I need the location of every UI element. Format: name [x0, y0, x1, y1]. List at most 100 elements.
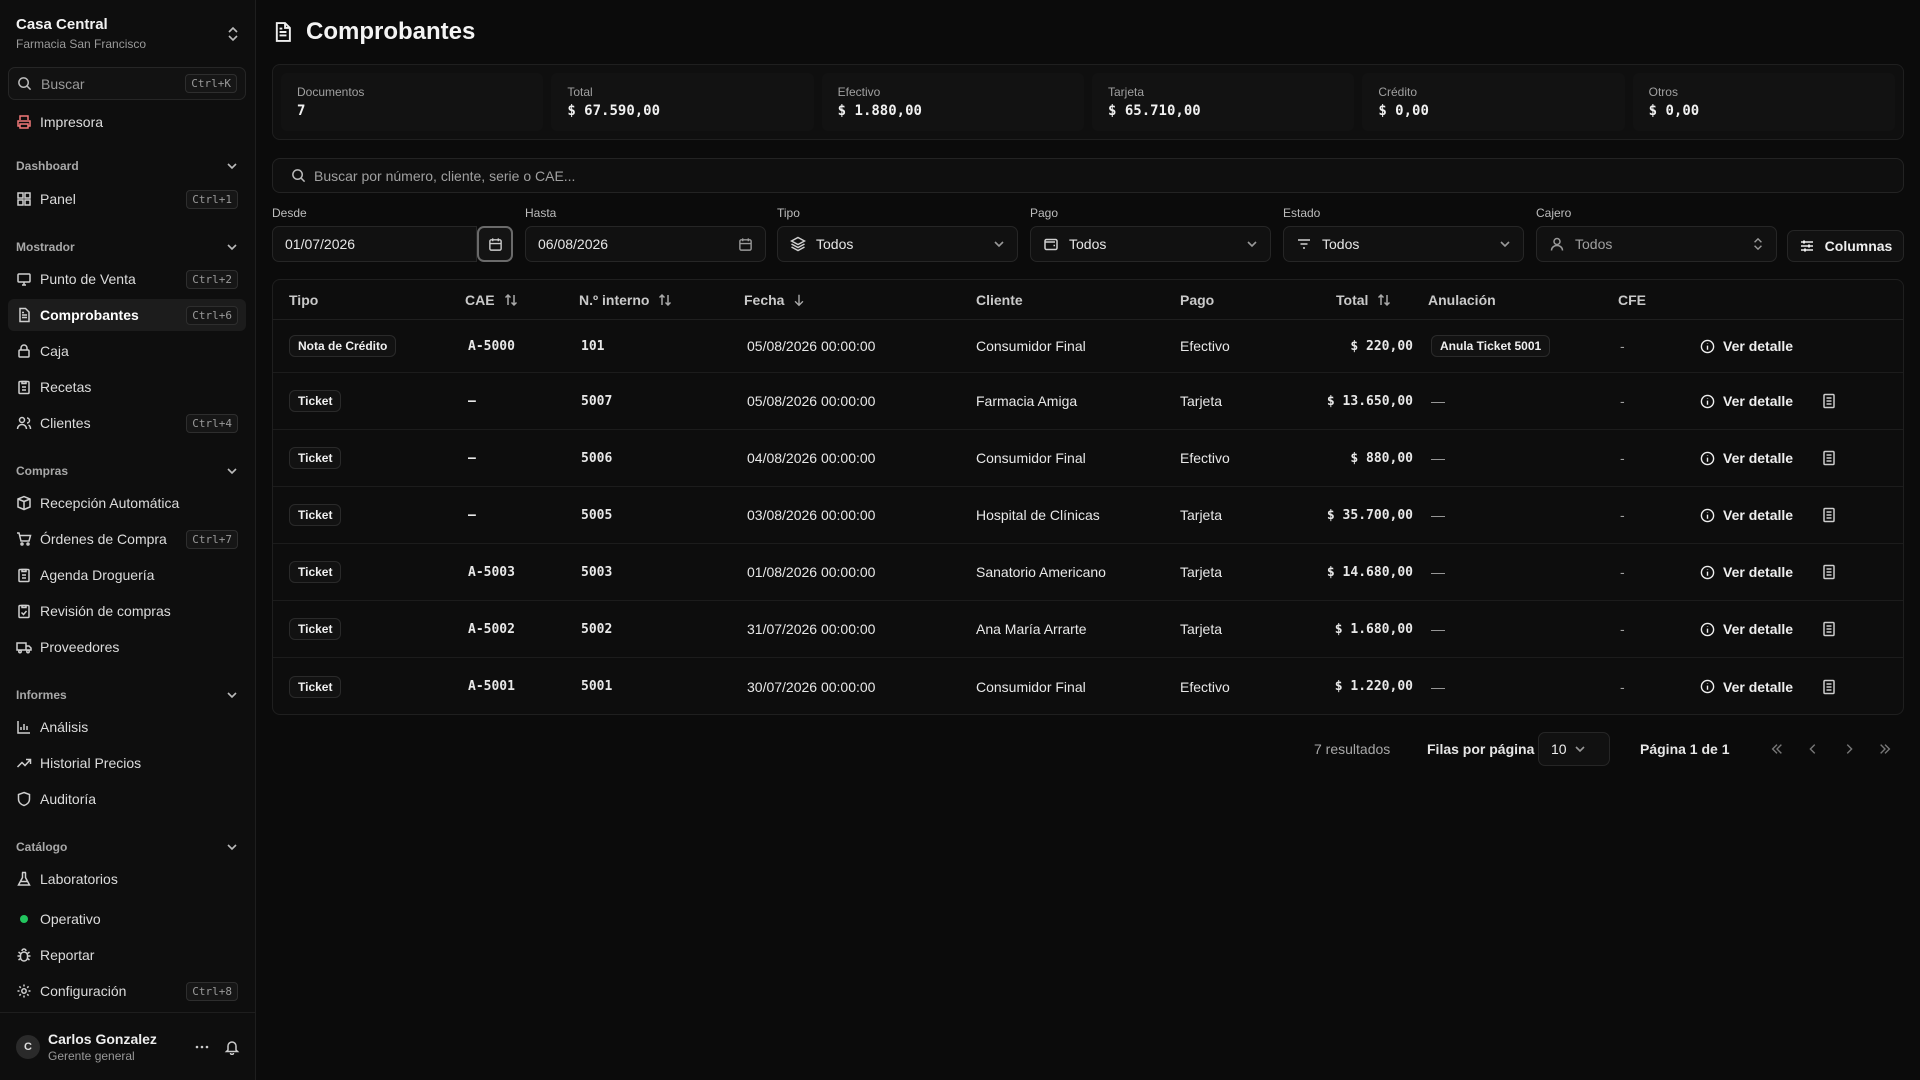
- cell-pago: Efectivo: [1180, 678, 1230, 695]
- receipt-icon[interactable]: [1821, 601, 1837, 657]
- comprobantes-table: Tipo CAE N.º interno Fecha Cliente Pago …: [272, 279, 1904, 715]
- columns-button[interactable]: Columnas: [1787, 230, 1904, 262]
- tipo-select[interactable]: Todos: [777, 226, 1018, 262]
- sidebar-item-agenda[interactable]: Agenda Droguería: [8, 559, 246, 591]
- col-interno[interactable]: N.º interno: [579, 280, 673, 320]
- ver-detalle-button[interactable]: Ver detalle: [1700, 601, 1793, 657]
- chevrons-up-down-icon: [1752, 237, 1764, 251]
- cell-fecha: 05/08/2026 00:00:00: [747, 338, 876, 354]
- org-switcher[interactable]: Casa Central Farmacia San Francisco: [16, 16, 246, 56]
- group-label: Mostrador: [16, 240, 75, 254]
- col-cfe: CFE: [1618, 292, 1646, 308]
- user-name: Carlos Gonzalez: [48, 1030, 157, 1047]
- sidebar-item-label: Órdenes de Compra: [40, 531, 167, 547]
- sidebar-item-historial[interactable]: Historial Precios: [8, 747, 246, 779]
- col-cliente: Cliente: [976, 292, 1023, 308]
- sidebar-item-laboratorios[interactable]: Laboratorios: [8, 863, 246, 895]
- prev-page-button[interactable]: [1798, 732, 1828, 766]
- col-fecha[interactable]: Fecha: [744, 280, 806, 320]
- chevron-down-icon: [1499, 238, 1511, 250]
- sidebar-item-recepcion[interactable]: Recepción Automática: [8, 487, 246, 519]
- date-from-input[interactable]: 01/07/2026: [272, 226, 477, 262]
- group-mostrador[interactable]: Mostrador: [16, 237, 238, 257]
- sidebar-item-printer[interactable]: Impresora: [8, 106, 246, 138]
- sidebar-item-auditoria[interactable]: Auditoría: [8, 783, 246, 815]
- receipt-icon[interactable]: [1821, 430, 1837, 486]
- cell-total: $ 35.700,00: [1326, 507, 1413, 523]
- ver-detalle-button[interactable]: Ver detalle: [1700, 320, 1793, 372]
- filter-icon: [1296, 236, 1312, 252]
- search-input[interactable]: Buscar por número, cliente, serie o CAE.…: [272, 158, 1904, 193]
- group-compras[interactable]: Compras: [16, 461, 238, 481]
- date-from-value: 01/07/2026: [285, 236, 356, 252]
- tipo-select-value: Todos: [816, 236, 854, 252]
- date-to-input[interactable]: 06/08/2026: [525, 226, 766, 262]
- sidebar-item-label: Configuración: [40, 983, 127, 999]
- page-indicator: Página 1 de 1: [1640, 741, 1730, 757]
- sidebar-item-revision[interactable]: Revisión de compras: [8, 595, 246, 627]
- calendar-button[interactable]: [477, 226, 513, 262]
- cell-pago: Tarjeta: [1180, 507, 1223, 523]
- ver-detalle-button[interactable]: Ver detalle: [1700, 544, 1793, 600]
- sidebar-item-comprobantes[interactable]: Comprobantes Ctrl+6: [8, 299, 246, 331]
- group-informes[interactable]: Informes: [16, 685, 238, 705]
- col-tipo: Tipo: [289, 292, 319, 308]
- ver-detalle-button[interactable]: Ver detalle: [1700, 430, 1793, 486]
- rows-per-page-select[interactable]: 10: [1538, 732, 1610, 766]
- ver-detalle-button[interactable]: Ver detalle: [1700, 487, 1793, 543]
- filter-label: Hasta: [525, 206, 557, 220]
- sidebar-item-recetas[interactable]: Recetas: [8, 371, 246, 403]
- sidebar-item-pos[interactable]: Punto de Venta Ctrl+2: [8, 263, 246, 295]
- clipboard-check-icon: [16, 603, 32, 619]
- group-dashboard[interactable]: Dashboard: [16, 156, 238, 176]
- calendar-icon[interactable]: [738, 237, 753, 252]
- sidebar-item-panel[interactable]: Panel Ctrl+1: [8, 183, 246, 215]
- pago-select[interactable]: Todos: [1030, 226, 1271, 262]
- group-catalogo[interactable]: Catálogo: [16, 837, 238, 857]
- file-text-icon: [16, 307, 32, 323]
- chevron-down-icon: [226, 689, 238, 701]
- group-label: Compras: [16, 464, 69, 478]
- bell-icon[interactable]: [224, 1039, 240, 1055]
- cart-icon: [16, 531, 32, 547]
- col-total[interactable]: Total: [1336, 280, 1392, 320]
- cajero-select[interactable]: Todos: [1536, 226, 1777, 262]
- wallet-icon: [1043, 236, 1059, 252]
- sidebar-item-label: Historial Precios: [40, 755, 142, 771]
- user-menu[interactable]: C Carlos Gonzalez Gerente general: [0, 1012, 256, 1080]
- chevron-down-icon: [226, 465, 238, 477]
- cell-anulacion: —: [1431, 678, 1445, 695]
- estado-select[interactable]: Todos: [1283, 226, 1524, 262]
- truck-icon: [16, 639, 32, 655]
- sidebar-item-ordenes[interactable]: Órdenes de Compra Ctrl+7: [8, 523, 246, 555]
- next-page-button[interactable]: [1834, 732, 1864, 766]
- cell-total: $ 13.650,00: [1326, 393, 1413, 409]
- filter-label: Cajero: [1536, 206, 1572, 220]
- stat-otros: Otros $ 0,00: [1632, 73, 1895, 131]
- stat-label: Otros: [1648, 85, 1678, 99]
- last-page-button[interactable]: [1870, 732, 1900, 766]
- cell-cfe: -: [1620, 338, 1625, 354]
- more-icon[interactable]: [194, 1039, 210, 1055]
- receipt-icon[interactable]: [1821, 373, 1837, 429]
- sidebar-item-proveedores[interactable]: Proveedores: [8, 631, 246, 663]
- sidebar-item-reportar[interactable]: Reportar: [8, 939, 246, 971]
- cell-cae: A-5001: [468, 679, 515, 694]
- receipt-icon[interactable]: [1821, 487, 1837, 543]
- page-title-text: Comprobantes: [306, 18, 476, 45]
- col-cae[interactable]: CAE: [465, 280, 519, 320]
- first-page-button[interactable]: [1762, 732, 1792, 766]
- ver-detalle-button[interactable]: Ver detalle: [1700, 658, 1793, 714]
- sidebar-item-clientes[interactable]: Clientes Ctrl+4: [8, 407, 246, 439]
- sidebar-item-caja[interactable]: Caja: [8, 335, 246, 367]
- shortcut-badge: Ctrl+4: [186, 413, 238, 433]
- ver-detalle-button[interactable]: Ver detalle: [1700, 373, 1793, 429]
- sidebar-search[interactable]: Buscar Ctrl+K: [8, 67, 246, 100]
- chevron-down-icon: [226, 160, 238, 172]
- receipt-icon[interactable]: [1821, 658, 1837, 714]
- receipt-icon[interactable]: [1821, 544, 1837, 600]
- sidebar-item-config[interactable]: Configuración Ctrl+8: [8, 975, 246, 1007]
- sidebar-item-analisis[interactable]: Análisis: [8, 711, 246, 743]
- sidebar-item-operativo[interactable]: Operativo: [8, 903, 246, 935]
- cell-cae: A-5002: [468, 621, 515, 637]
